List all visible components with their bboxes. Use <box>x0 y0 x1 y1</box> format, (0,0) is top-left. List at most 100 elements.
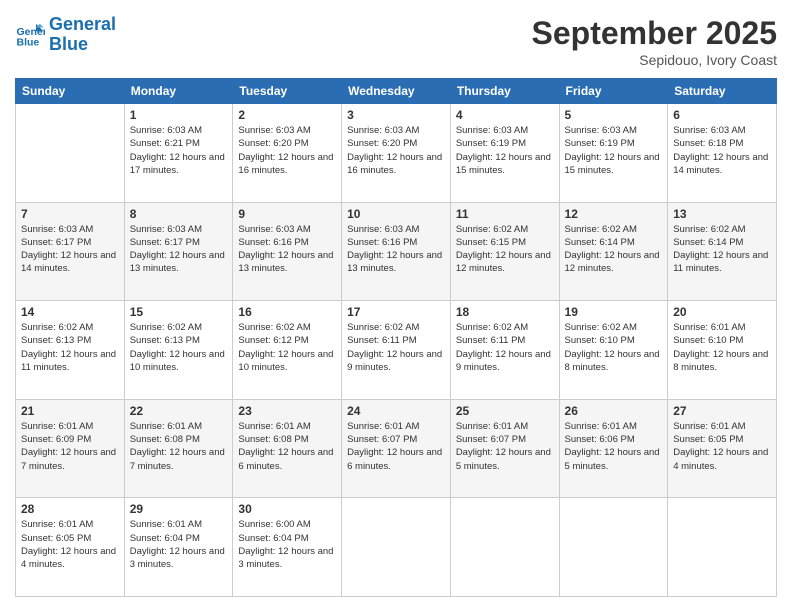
table-row: 2 Sunrise: 6:03 AM Sunset: 6:20 PM Daylig… <box>233 104 342 203</box>
logo-text: General Blue <box>49 15 116 55</box>
table-row: 9Sunrise: 6:03 AM Sunset: 6:16 PM Daylig… <box>233 202 342 301</box>
day-info: Sunrise: 6:01 AM Sunset: 6:09 PM Dayligh… <box>21 420 119 473</box>
day-info: Sunrise: 6:01 AM Sunset: 6:05 PM Dayligh… <box>673 420 771 473</box>
day-info: Sunrise: 6:00 AM Sunset: 6:04 PM Dayligh… <box>238 518 336 571</box>
day-info: Sunrise: 6:02 AM Sunset: 6:14 PM Dayligh… <box>565 223 663 276</box>
day-info: Sunrise: 6:03 AM Sunset: 6:19 PM Dayligh… <box>456 124 554 177</box>
table-row <box>16 104 125 203</box>
table-row: 6Sunrise: 6:03 AM Sunset: 6:18 PM Daylig… <box>668 104 777 203</box>
day-info: Sunrise: 6:02 AM Sunset: 6:13 PM Dayligh… <box>21 321 119 374</box>
day-number: 29 <box>130 502 228 516</box>
table-row <box>559 498 668 597</box>
col-monday: Monday <box>124 79 233 104</box>
table-row: 28Sunrise: 6:01 AM Sunset: 6:05 PM Dayli… <box>16 498 125 597</box>
day-number: 24 <box>347 404 445 418</box>
table-row: 27 Sunrise: 6:01 AM Sunset: 6:05 PM Dayli… <box>668 399 777 498</box>
day-number: 7 <box>21 207 119 221</box>
day-info: Sunrise: 6:03 AM Sunset: 6:21 PM Dayligh… <box>130 124 228 177</box>
day-number: 15 <box>130 305 228 319</box>
table-row: 29 Sunrise: 6:01 AM Sunset: 6:04 PM Dayli… <box>124 498 233 597</box>
table-row: 1 Sunrise: 6:03 AM Sunset: 6:21 PM Daylig… <box>124 104 233 203</box>
title-block: September 2025 Sepidouo, Ivory Coast <box>532 15 777 68</box>
table-row: 19 Sunrise: 6:02 AM Sunset: 6:10 PM Dayli… <box>559 301 668 400</box>
calendar-header-row: Sunday Monday Tuesday Wednesday Thursday… <box>16 79 777 104</box>
day-number: 19 <box>565 305 663 319</box>
day-info: Sunrise: 6:03 AM Sunset: 6:17 PM Dayligh… <box>130 223 228 276</box>
day-info: Sunrise: 6:01 AM Sunset: 6:06 PM Dayligh… <box>565 420 663 473</box>
col-sunday: Sunday <box>16 79 125 104</box>
table-row: 17 Sunrise: 6:02 AM Sunset: 6:11 PM Dayli… <box>342 301 451 400</box>
day-info: Sunrise: 6:03 AM Sunset: 6:20 PM Dayligh… <box>347 124 445 177</box>
table-row <box>450 498 559 597</box>
day-number: 3 <box>347 108 445 122</box>
table-row <box>668 498 777 597</box>
page: General Blue General Blue September 2025… <box>0 0 792 612</box>
day-number: 4 <box>456 108 554 122</box>
table-row: 21 Sunrise: 6:01 AM Sunset: 6:09 PM Dayli… <box>16 399 125 498</box>
day-number: 17 <box>347 305 445 319</box>
svg-text:Blue: Blue <box>17 36 40 48</box>
day-info: Sunrise: 6:01 AM Sunset: 6:07 PM Dayligh… <box>347 420 445 473</box>
day-info: Sunrise: 6:03 AM Sunset: 6:20 PM Dayligh… <box>238 124 336 177</box>
day-number: 14 <box>21 305 119 319</box>
day-number: 20 <box>673 305 771 319</box>
table-row: 8Sunrise: 6:03 AM Sunset: 6:17 PM Daylig… <box>124 202 233 301</box>
table-row: 15 Sunrise: 6:02 AM Sunset: 6:13 PM Dayli… <box>124 301 233 400</box>
day-info: Sunrise: 6:03 AM Sunset: 6:18 PM Dayligh… <box>673 124 771 177</box>
logo-icon: General Blue <box>15 20 45 50</box>
day-info: Sunrise: 6:01 AM Sunset: 6:10 PM Dayligh… <box>673 321 771 374</box>
table-row: 7Sunrise: 6:03 AM Sunset: 6:17 PM Daylig… <box>16 202 125 301</box>
day-info: Sunrise: 6:02 AM Sunset: 6:13 PM Dayligh… <box>130 321 228 374</box>
day-number: 23 <box>238 404 336 418</box>
day-info: Sunrise: 6:01 AM Sunset: 6:04 PM Dayligh… <box>130 518 228 571</box>
col-thursday: Thursday <box>450 79 559 104</box>
table-row: 14 Sunrise: 6:02 AM Sunset: 6:13 PM Dayli… <box>16 301 125 400</box>
table-row <box>342 498 451 597</box>
day-number: 13 <box>673 207 771 221</box>
col-tuesday: Tuesday <box>233 79 342 104</box>
day-number: 26 <box>565 404 663 418</box>
day-info: Sunrise: 6:02 AM Sunset: 6:14 PM Dayligh… <box>673 223 771 276</box>
day-info: Sunrise: 6:02 AM Sunset: 6:10 PM Dayligh… <box>565 321 663 374</box>
day-info: Sunrise: 6:03 AM Sunset: 6:19 PM Dayligh… <box>565 124 663 177</box>
day-info: Sunrise: 6:01 AM Sunset: 6:05 PM Dayligh… <box>21 518 119 571</box>
day-number: 30 <box>238 502 336 516</box>
table-row: 13 Sunrise: 6:02 AM Sunset: 6:14 PM Dayli… <box>668 202 777 301</box>
day-number: 16 <box>238 305 336 319</box>
table-row: 16 Sunrise: 6:02 AM Sunset: 6:12 PM Dayli… <box>233 301 342 400</box>
day-number: 10 <box>347 207 445 221</box>
day-number: 2 <box>238 108 336 122</box>
day-number: 22 <box>130 404 228 418</box>
day-number: 11 <box>456 207 554 221</box>
day-info: Sunrise: 6:03 AM Sunset: 6:16 PM Dayligh… <box>347 223 445 276</box>
day-number: 27 <box>673 404 771 418</box>
col-wednesday: Wednesday <box>342 79 451 104</box>
logo: General Blue General Blue <box>15 15 116 55</box>
day-number: 12 <box>565 207 663 221</box>
day-number: 18 <box>456 305 554 319</box>
day-info: Sunrise: 6:02 AM Sunset: 6:11 PM Dayligh… <box>347 321 445 374</box>
col-friday: Friday <box>559 79 668 104</box>
day-number: 5 <box>565 108 663 122</box>
table-row: 10 Sunrise: 6:03 AM Sunset: 6:16 PM Dayli… <box>342 202 451 301</box>
day-info: Sunrise: 6:01 AM Sunset: 6:08 PM Dayligh… <box>238 420 336 473</box>
table-row: 3 Sunrise: 6:03 AM Sunset: 6:20 PM Daylig… <box>342 104 451 203</box>
day-info: Sunrise: 6:02 AM Sunset: 6:11 PM Dayligh… <box>456 321 554 374</box>
table-row: 12 Sunrise: 6:02 AM Sunset: 6:14 PM Dayli… <box>559 202 668 301</box>
col-saturday: Saturday <box>668 79 777 104</box>
table-row: 18 Sunrise: 6:02 AM Sunset: 6:11 PM Dayli… <box>450 301 559 400</box>
day-number: 1 <box>130 108 228 122</box>
day-number: 9 <box>238 207 336 221</box>
day-info: Sunrise: 6:02 AM Sunset: 6:12 PM Dayligh… <box>238 321 336 374</box>
table-row: 22 Sunrise: 6:01 AM Sunset: 6:08 PM Dayli… <box>124 399 233 498</box>
day-info: Sunrise: 6:01 AM Sunset: 6:08 PM Dayligh… <box>130 420 228 473</box>
table-row: 26 Sunrise: 6:01 AM Sunset: 6:06 PM Dayli… <box>559 399 668 498</box>
table-row: 30 Sunrise: 6:00 AM Sunset: 6:04 PM Dayli… <box>233 498 342 597</box>
day-info: Sunrise: 6:02 AM Sunset: 6:15 PM Dayligh… <box>456 223 554 276</box>
table-row: 11 Sunrise: 6:02 AM Sunset: 6:15 PM Dayli… <box>450 202 559 301</box>
table-row: 20 Sunrise: 6:01 AM Sunset: 6:10 PM Dayli… <box>668 301 777 400</box>
table-row: 24 Sunrise: 6:01 AM Sunset: 6:07 PM Dayli… <box>342 399 451 498</box>
day-info: Sunrise: 6:01 AM Sunset: 6:07 PM Dayligh… <box>456 420 554 473</box>
day-number: 21 <box>21 404 119 418</box>
table-row: 23 Sunrise: 6:01 AM Sunset: 6:08 PM Dayli… <box>233 399 342 498</box>
